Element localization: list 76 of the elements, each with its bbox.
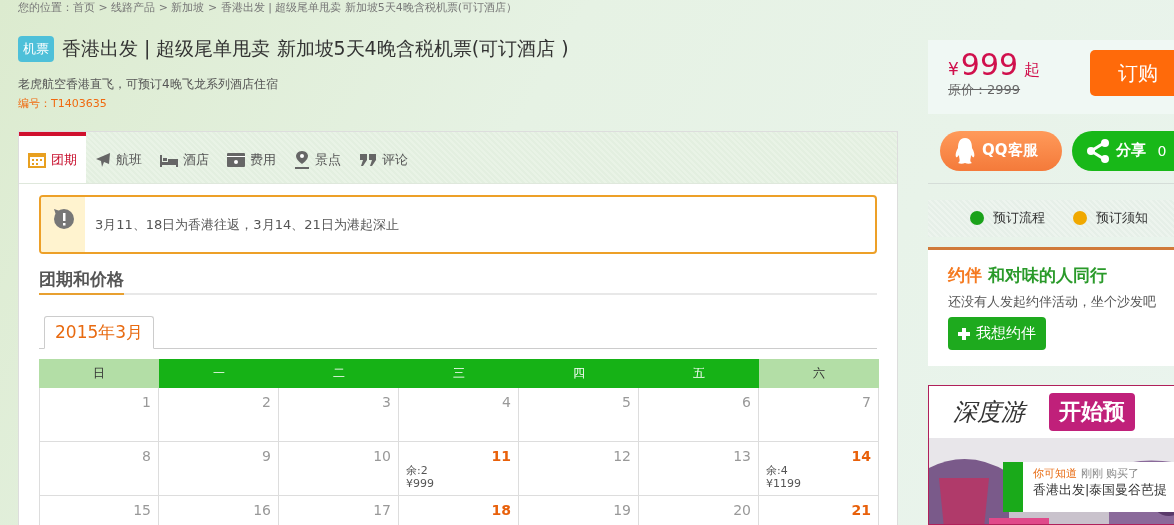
day-number: 20 [732,502,751,518]
day-number: 13 [732,448,751,464]
ticker-line: 你可知道 刚刚 购买了 [1033,466,1140,481]
day-number: 7 [861,394,871,410]
day-number: 11 [490,448,511,464]
tab[interactable]: 酒店 [151,132,218,183]
seats-left: 余:2 [406,464,429,477]
tab-label: 费用 [250,150,276,169]
price-amount: 999 [960,50,1019,80]
tab[interactable]: 航班 [86,132,151,183]
day-number: 9 [261,448,271,464]
day-number: 14 [850,448,871,464]
penguin-icon [954,136,976,165]
product-subtitle: 老虎航空香港直飞，可预订4晚飞龙系列酒店住宿 [18,76,279,93]
weekday-header: 四 [519,359,639,388]
day-number: 10 [372,448,391,464]
currency-sign: ¥ [948,59,959,79]
day-number: 8 [141,448,151,464]
day-number: 15 [132,502,151,518]
tab-label: 航班 [116,150,142,169]
weekday-header: 二 [279,359,399,388]
alert-icon [52,207,74,229]
product-code: 编号：T1403635 [18,96,108,111]
tab-label: 团期 [51,150,77,169]
tab[interactable]: 评论 [350,132,417,183]
day-number: 12 [612,448,631,464]
companion-logo: 约伴 [948,264,982,287]
seats-left: 余:4 [766,464,789,477]
map-pin-icon [294,150,310,169]
share-icon [1085,137,1110,164]
day-number: 6 [741,394,751,410]
day-number: 4 [501,394,511,410]
weekday-header: 一 [159,359,279,388]
original-price: 原价：2999 [948,81,1022,99]
calendar-icon [28,151,46,168]
day-number: 18 [490,502,511,518]
day-number: 1 [141,394,151,410]
ad-cta-button[interactable]: 开始预 [1049,393,1135,431]
day-number: 3 [381,394,391,410]
day-price: ¥1199 [766,477,802,490]
plus-icon [958,327,970,340]
bed-icon [160,152,178,167]
booking-link[interactable]: 预订流程 [970,209,1045,228]
tab-label: 评论 [382,150,408,169]
booking-link[interactable]: 预订须知 [1073,209,1148,228]
day-number: 21 [850,502,871,518]
calendar-day[interactable]: 14 余:4 ¥1199 [759,442,879,496]
quote-icon [359,152,377,167]
share-count: 0 [1157,142,1167,159]
tab[interactable]: 费用 [218,132,285,183]
day-number: 19 [612,502,631,518]
weekday-header: 五 [639,359,759,388]
ticker-item: 香港出发|泰国曼谷芭提 [1033,481,1169,499]
day-number: 17 [372,502,391,518]
price-suffix: 起 [1024,60,1041,81]
weekday-header: 日 [39,359,159,388]
companion-title: 和对味的人同行 [988,264,1107,287]
tab[interactable]: 景点 [285,132,350,183]
category-tag: 机票 [18,36,54,62]
day-number: 16 [252,502,271,518]
wallet-icon [227,152,245,167]
weekday-header: 三 [399,359,519,388]
day-number: 2 [261,394,271,410]
plane-icon [95,151,111,168]
companion-text: 还没有人发起约伴活动，坐个沙发吧 [948,293,1157,311]
weekday-header: 六 [759,359,879,388]
day-number: 5 [621,394,631,410]
section-title: 团期和价格 [39,268,124,295]
tab-label: 景点 [315,150,341,169]
day-price: ¥999 [406,477,435,490]
product-title: 香港出发 | 超级尾单甩卖 新加坡5天4晚含税机票(可订酒店 ) [62,36,569,62]
calendar-day[interactable]: 11 余:2 ¥999 [399,442,519,496]
breadcrumb: 您的位置：首页 > 线路产品 > 新加坡 > 香港出发 | 超级尾单甩卖 新加坡5天4晚含税机票(可订酒店） [18,1,519,14]
tab-label: 酒店 [183,150,209,169]
notice-text: 3月11、18日为香港往返，3月14、21日为港起深止 [95,215,399,234]
tab[interactable]: 团期 [19,132,86,183]
